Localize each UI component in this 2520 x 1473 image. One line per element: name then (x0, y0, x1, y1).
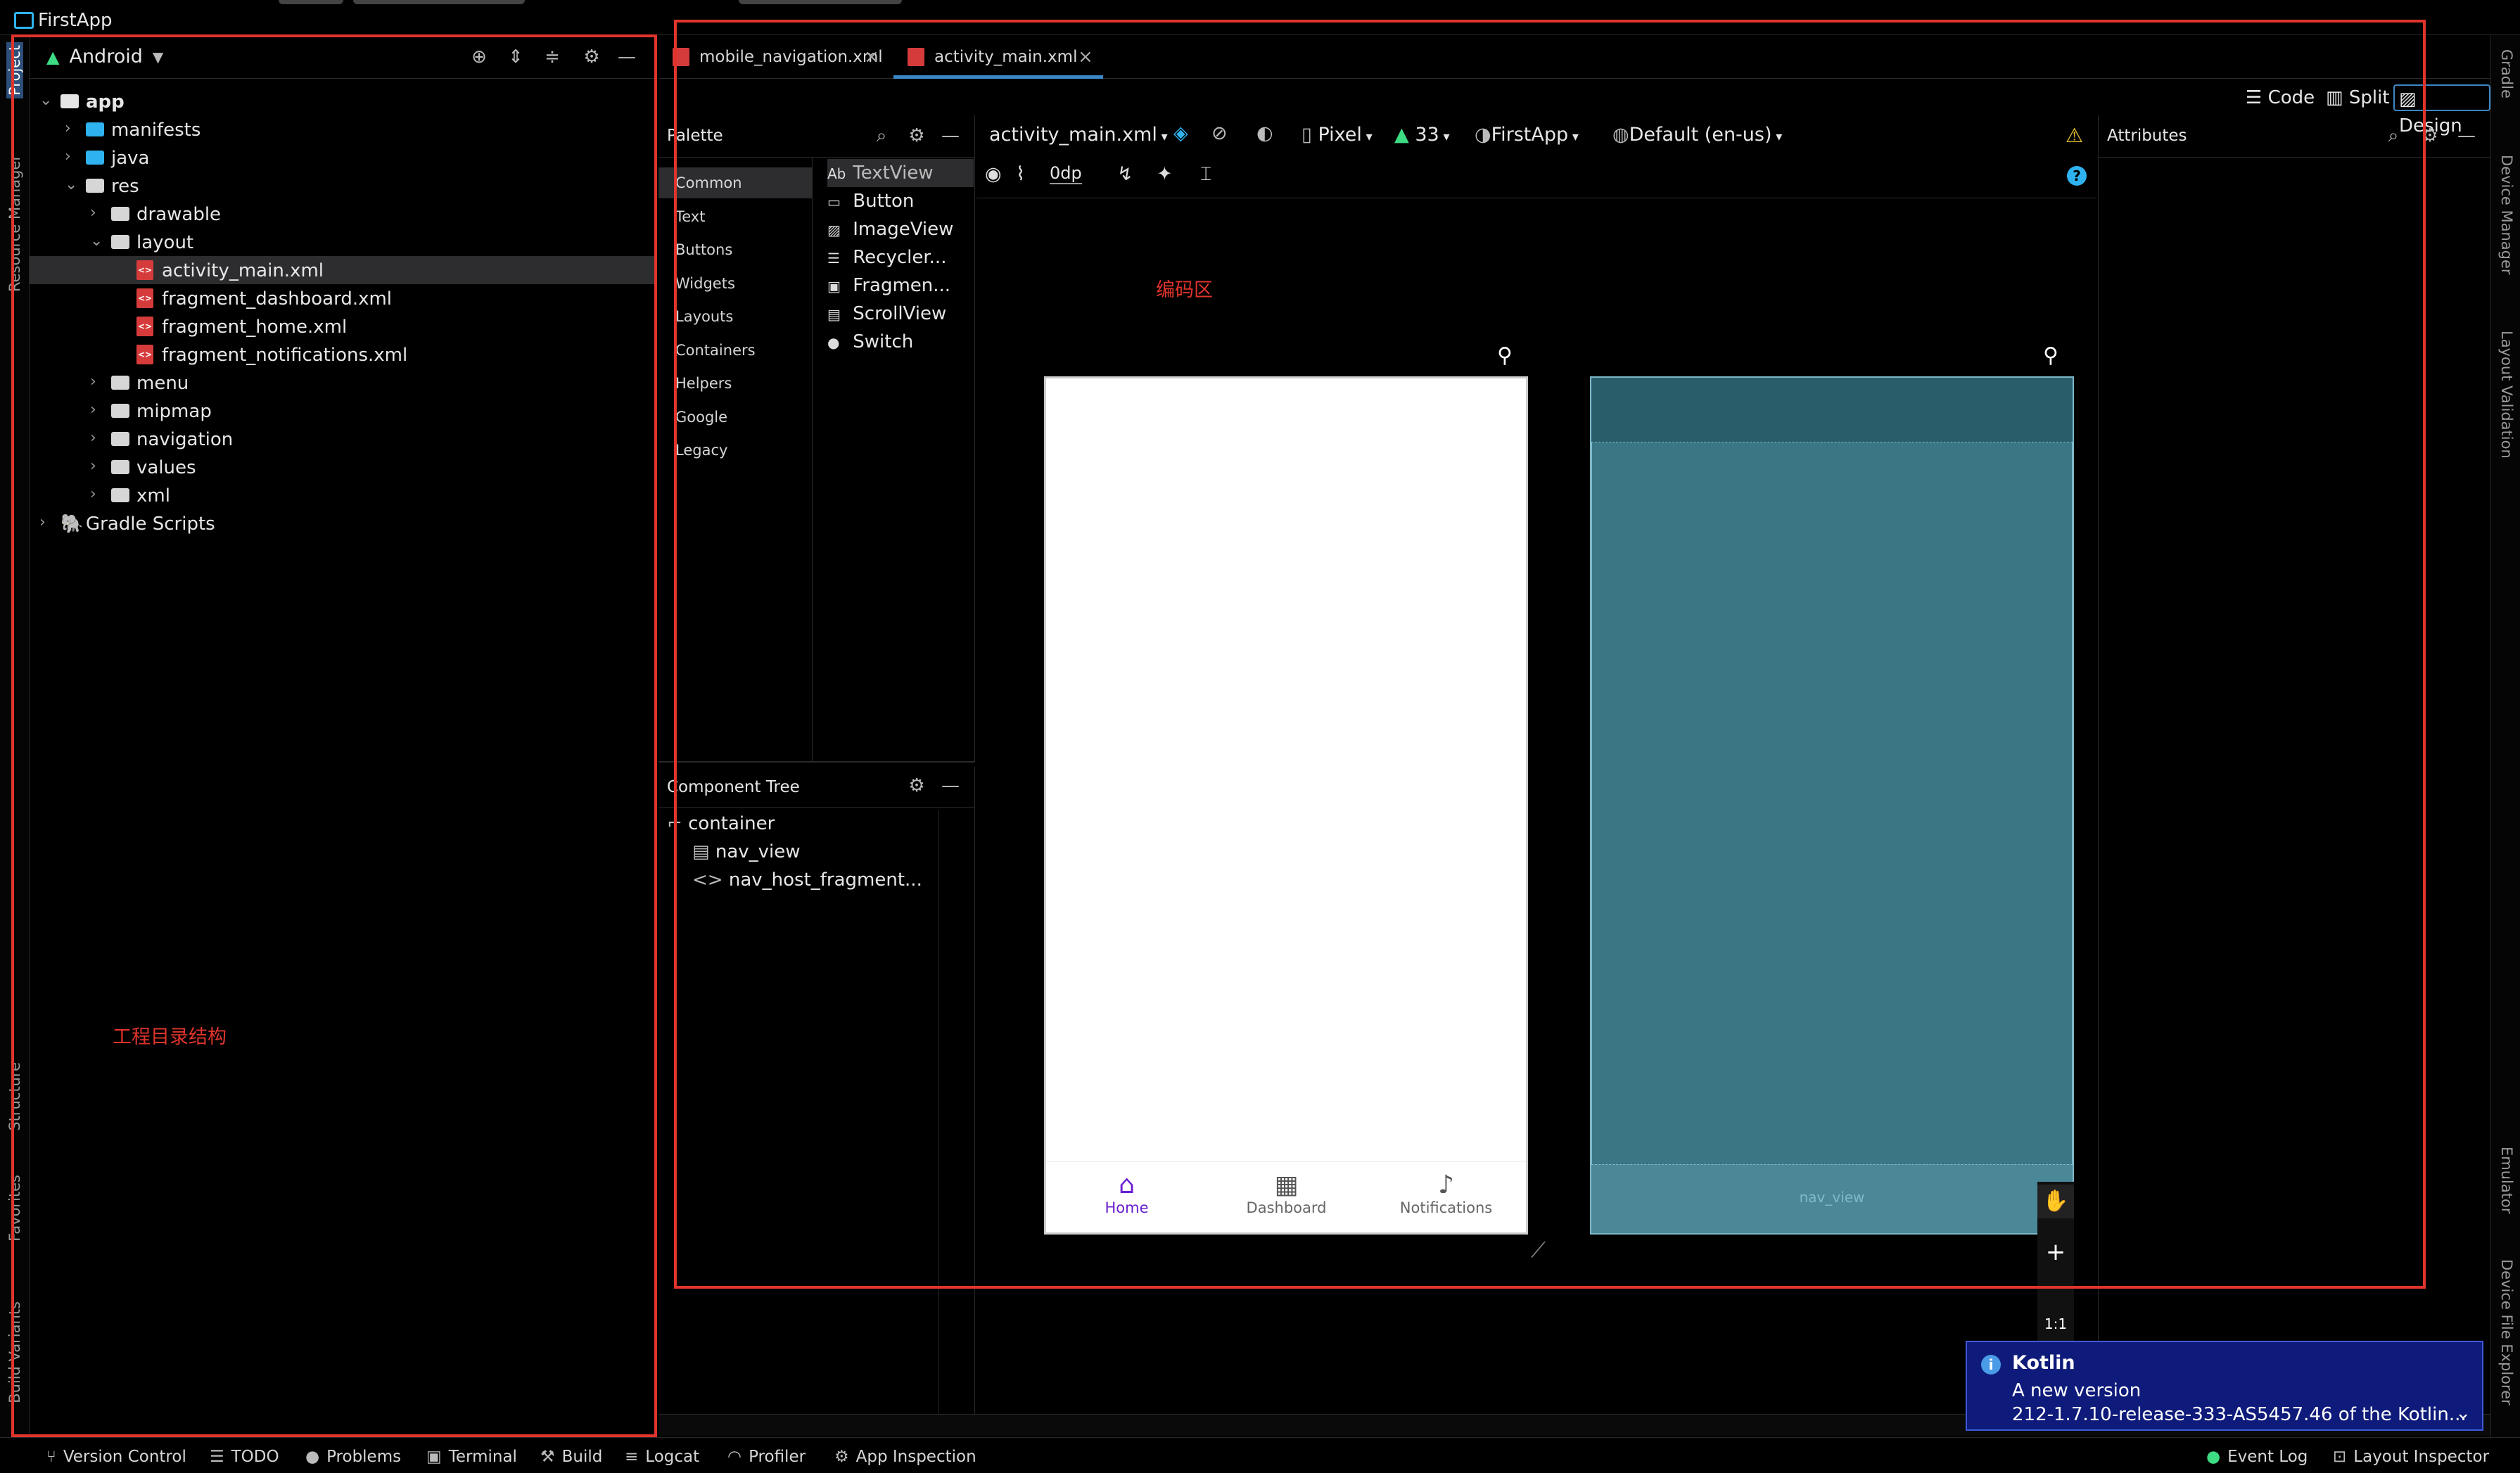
statusbar-problems[interactable]: ● Problems (305, 1448, 401, 1466)
tool-device-manager[interactable]: Device Manager (2498, 155, 2515, 275)
terminal-icon: ▣ (426, 1448, 442, 1466)
statusbar-terminal[interactable]: ▣ Terminal (426, 1448, 517, 1466)
event-log-icon: ● (2206, 1448, 2221, 1466)
statusbar-todo[interactable]: ☰ TODO (210, 1448, 279, 1466)
statusbar-app-inspection[interactable]: ⚙ App Inspection (834, 1448, 976, 1466)
chevron-down-icon[interactable]: ⌄ (2455, 1403, 2471, 1424)
logcat-icon: ≡ (625, 1448, 639, 1466)
zoom-fit-button[interactable]: 1:1 (2037, 1315, 2074, 1332)
status-bar: ⑂ Version Control ☰ TODO ● Problems ▣ Termin… (0, 1437, 2520, 1473)
tool-device-file-explorer[interactable]: Device File Explorer (2498, 1259, 2515, 1405)
statusbar-label: Logcat (645, 1448, 700, 1466)
statusbar-label: Version Control (63, 1448, 186, 1466)
kotlin-update-notification[interactable]: i Kotlin A new version 212-1.7.10-releas… (1966, 1341, 2483, 1431)
minimize-icon[interactable]: — (2456, 125, 2477, 146)
problems-icon: ● (305, 1448, 320, 1466)
statusbar-label: Profiler (749, 1448, 806, 1466)
tool-gradle[interactable]: Gradle (2498, 49, 2515, 98)
hammer-icon: ⚒ (540, 1448, 555, 1466)
notification-line2: 212-1.7.10-release-333-AS5457.46 of the … (2012, 1404, 2467, 1425)
app-window-icon (14, 12, 34, 29)
statusbar-event-log[interactable]: ● Event Log (2206, 1448, 2308, 1466)
tool-emulator[interactable]: Emulator (2498, 1147, 2515, 1213)
top-tab-stub (353, 0, 525, 4)
statusbar-label: Terminal (448, 1448, 517, 1466)
statusbar-label: Layout Inspector (2353, 1448, 2490, 1466)
statusbar-label: TODO (231, 1448, 279, 1466)
window-title: FirstApp (38, 10, 113, 31)
statusbar-profiler[interactable]: ◠ Profiler (727, 1448, 806, 1466)
info-icon: i (1981, 1355, 2001, 1375)
statusbar-label: Problems (326, 1448, 402, 1466)
statusbar-label: Event Log (2227, 1448, 2308, 1466)
notification-line1: A new version (2012, 1380, 2142, 1401)
tool-layout-validation[interactable]: Layout Validation (2498, 331, 2515, 459)
branch-icon: ⑂ (46, 1448, 56, 1466)
statusbar-label: Build (561, 1448, 603, 1466)
statusbar-layout-inspector[interactable]: ⊡ Layout Inspector (2333, 1448, 2489, 1466)
inspection-icon: ⚙ (834, 1448, 849, 1466)
annotation-box-editor (674, 20, 2426, 1289)
statusbar-label: App Inspection (855, 1448, 976, 1466)
annotation-box-project (11, 34, 657, 1437)
gauge-icon: ◠ (727, 1448, 742, 1466)
notification-title: Kotlin (2012, 1352, 2075, 1374)
statusbar-version-control[interactable]: ⑂ Version Control (46, 1448, 186, 1466)
list-icon: ☰ (210, 1448, 224, 1466)
top-tab-stub (279, 0, 343, 4)
layout-inspector-icon: ⊡ (2333, 1448, 2347, 1466)
statusbar-build[interactable]: ⚒ Build (540, 1448, 602, 1466)
top-tab-stub (739, 0, 902, 4)
statusbar-logcat[interactable]: ≡ Logcat (625, 1448, 699, 1466)
right-tool-strip: Gradle Device Manager Layout Validation … (2490, 35, 2520, 1437)
